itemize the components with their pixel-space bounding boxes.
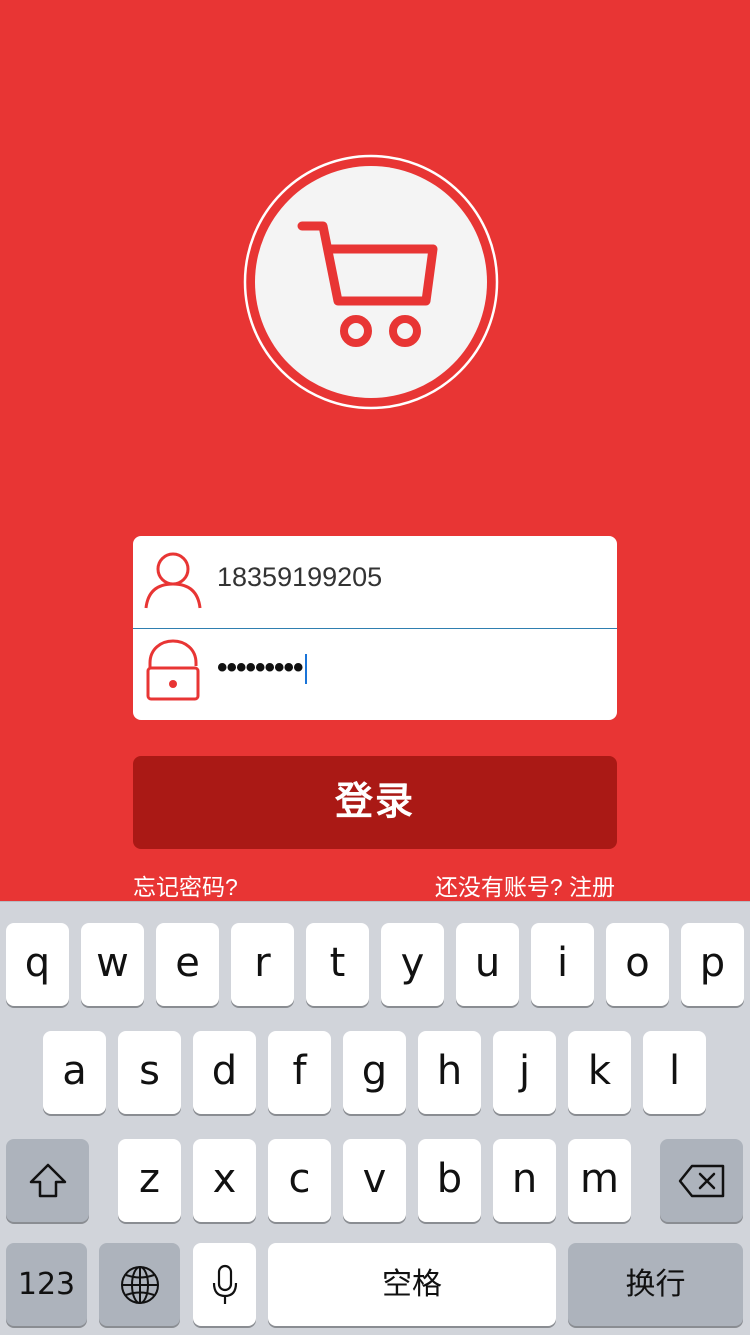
key-i[interactable]: i xyxy=(531,923,594,1006)
backspace-key[interactable] xyxy=(660,1139,743,1222)
key-c[interactable]: c xyxy=(268,1139,331,1222)
space-key[interactable]: 空格 xyxy=(268,1243,556,1326)
key-o[interactable]: o xyxy=(606,923,669,1006)
login-button[interactable]: 登录 xyxy=(133,756,617,849)
username-field[interactable]: 18359199205 xyxy=(133,536,617,629)
keyboard: q w e r t y u i o p a s d f g h j k l z … xyxy=(0,901,750,1335)
key-g[interactable]: g xyxy=(343,1031,406,1114)
key-q[interactable]: q xyxy=(6,923,69,1006)
key-h[interactable]: h xyxy=(418,1031,481,1114)
key-z[interactable]: z xyxy=(118,1139,181,1222)
register-prompt: 还没有账号? 注册 xyxy=(434,868,615,903)
key-l[interactable]: l xyxy=(643,1031,706,1114)
key-p[interactable]: p xyxy=(681,923,744,1006)
key-x[interactable]: x xyxy=(193,1139,256,1222)
globe-key[interactable] xyxy=(99,1243,180,1326)
return-key[interactable]: 换行 xyxy=(568,1243,743,1326)
password-field[interactable]: ••••••••• xyxy=(133,629,617,720)
text-cursor xyxy=(304,654,307,685)
key-w[interactable]: w xyxy=(81,923,144,1006)
forgot-password-label[interactable]: 忘记密码? xyxy=(133,874,238,903)
key-a[interactable]: a xyxy=(43,1031,106,1114)
microphone-icon xyxy=(212,1264,237,1304)
numbers-key[interactable]: 123 xyxy=(6,1243,87,1326)
key-t[interactable]: t xyxy=(306,923,369,1006)
backspace-icon xyxy=(678,1164,724,1198)
lock-icon xyxy=(143,639,203,701)
microphone-key[interactable] xyxy=(193,1243,256,1326)
shift-key[interactable] xyxy=(6,1139,89,1222)
key-k[interactable]: k xyxy=(568,1031,631,1114)
key-n[interactable]: n xyxy=(493,1139,556,1222)
username-value: 18359199205 xyxy=(217,562,383,592)
key-r[interactable]: r xyxy=(231,923,294,1006)
key-f[interactable]: f xyxy=(268,1031,331,1114)
key-d[interactable]: d xyxy=(193,1031,256,1114)
shopping-cart-icon xyxy=(243,154,499,410)
key-v[interactable]: v xyxy=(343,1139,406,1222)
key-u[interactable]: u xyxy=(456,923,519,1006)
globe-icon xyxy=(120,1266,159,1304)
key-s[interactable]: s xyxy=(118,1031,181,1114)
shift-icon xyxy=(29,1163,66,1198)
key-j[interactable]: j xyxy=(493,1031,556,1114)
no-account-label: 还没有账号? xyxy=(434,874,569,900)
password-value: ••••••••• xyxy=(217,651,304,684)
app-logo xyxy=(243,154,499,410)
key-y[interactable]: y xyxy=(381,923,444,1006)
register-link[interactable]: 注册 xyxy=(569,874,615,903)
forgot-password-link[interactable]: 忘记密码? xyxy=(133,868,238,903)
key-m[interactable]: m xyxy=(568,1139,631,1222)
login-form: 18359199205 ••••••••• xyxy=(133,536,617,720)
key-e[interactable]: e xyxy=(156,923,219,1006)
key-b[interactable]: b xyxy=(418,1139,481,1222)
user-icon xyxy=(143,550,203,610)
